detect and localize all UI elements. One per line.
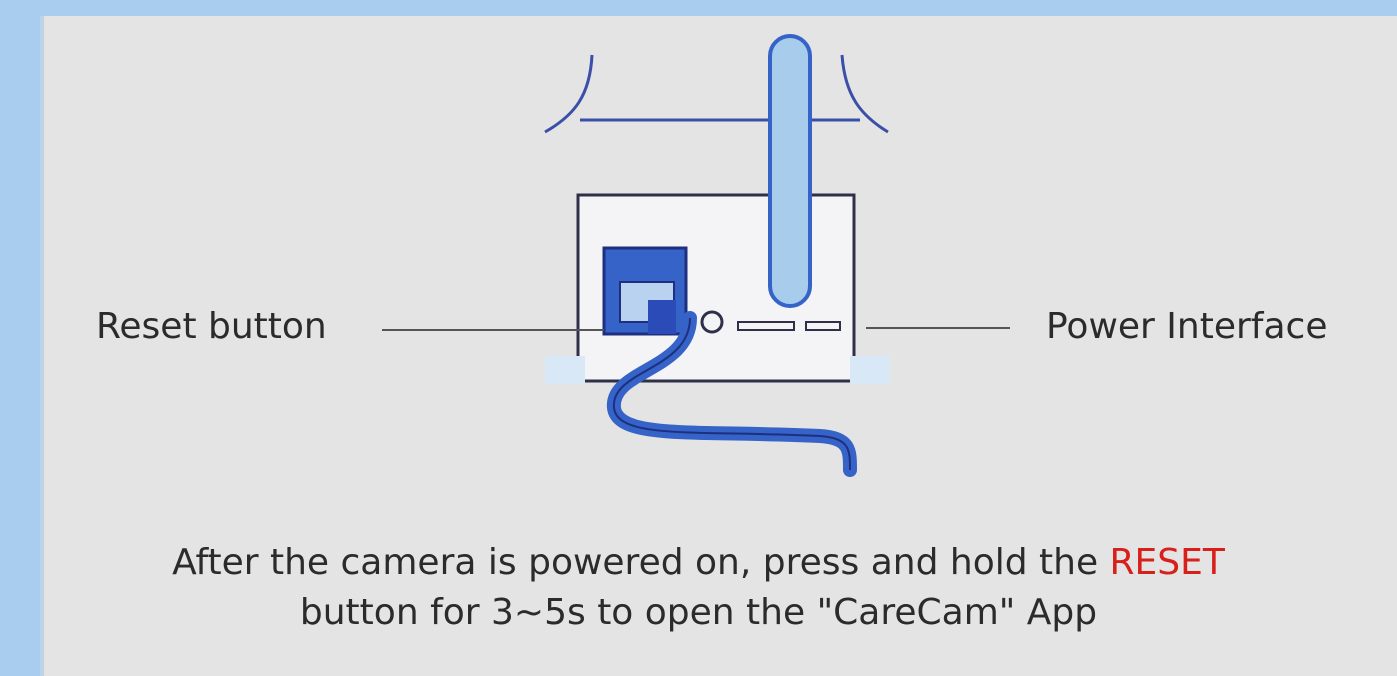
reset-keyword: RESET <box>1109 542 1225 583</box>
power-slot-2 <box>805 321 841 331</box>
power-led <box>700 310 724 334</box>
antenna <box>768 34 812 308</box>
reset-pin <box>648 300 676 334</box>
caption-line-1: After the camera is powered on, press an… <box>0 538 1397 588</box>
caption-line-2: button for 3~5s to open the "CareCam" Ap… <box>299 592 1098 633</box>
camera-base-left <box>545 356 585 384</box>
camera-base-right <box>850 356 890 384</box>
camera-back-illustration <box>382 34 1010 477</box>
instruction-caption: After the camera is powered on, press an… <box>0 538 1397 638</box>
power-slot-1 <box>737 321 795 331</box>
instruction-screen: Reset button Power Interface After the c… <box>0 0 1397 676</box>
power-interface-label: Power Interface <box>1046 306 1328 347</box>
caption-line-1-text: After the camera is powered on, press an… <box>172 542 1110 583</box>
reset-button-label: Reset button <box>96 306 327 347</box>
